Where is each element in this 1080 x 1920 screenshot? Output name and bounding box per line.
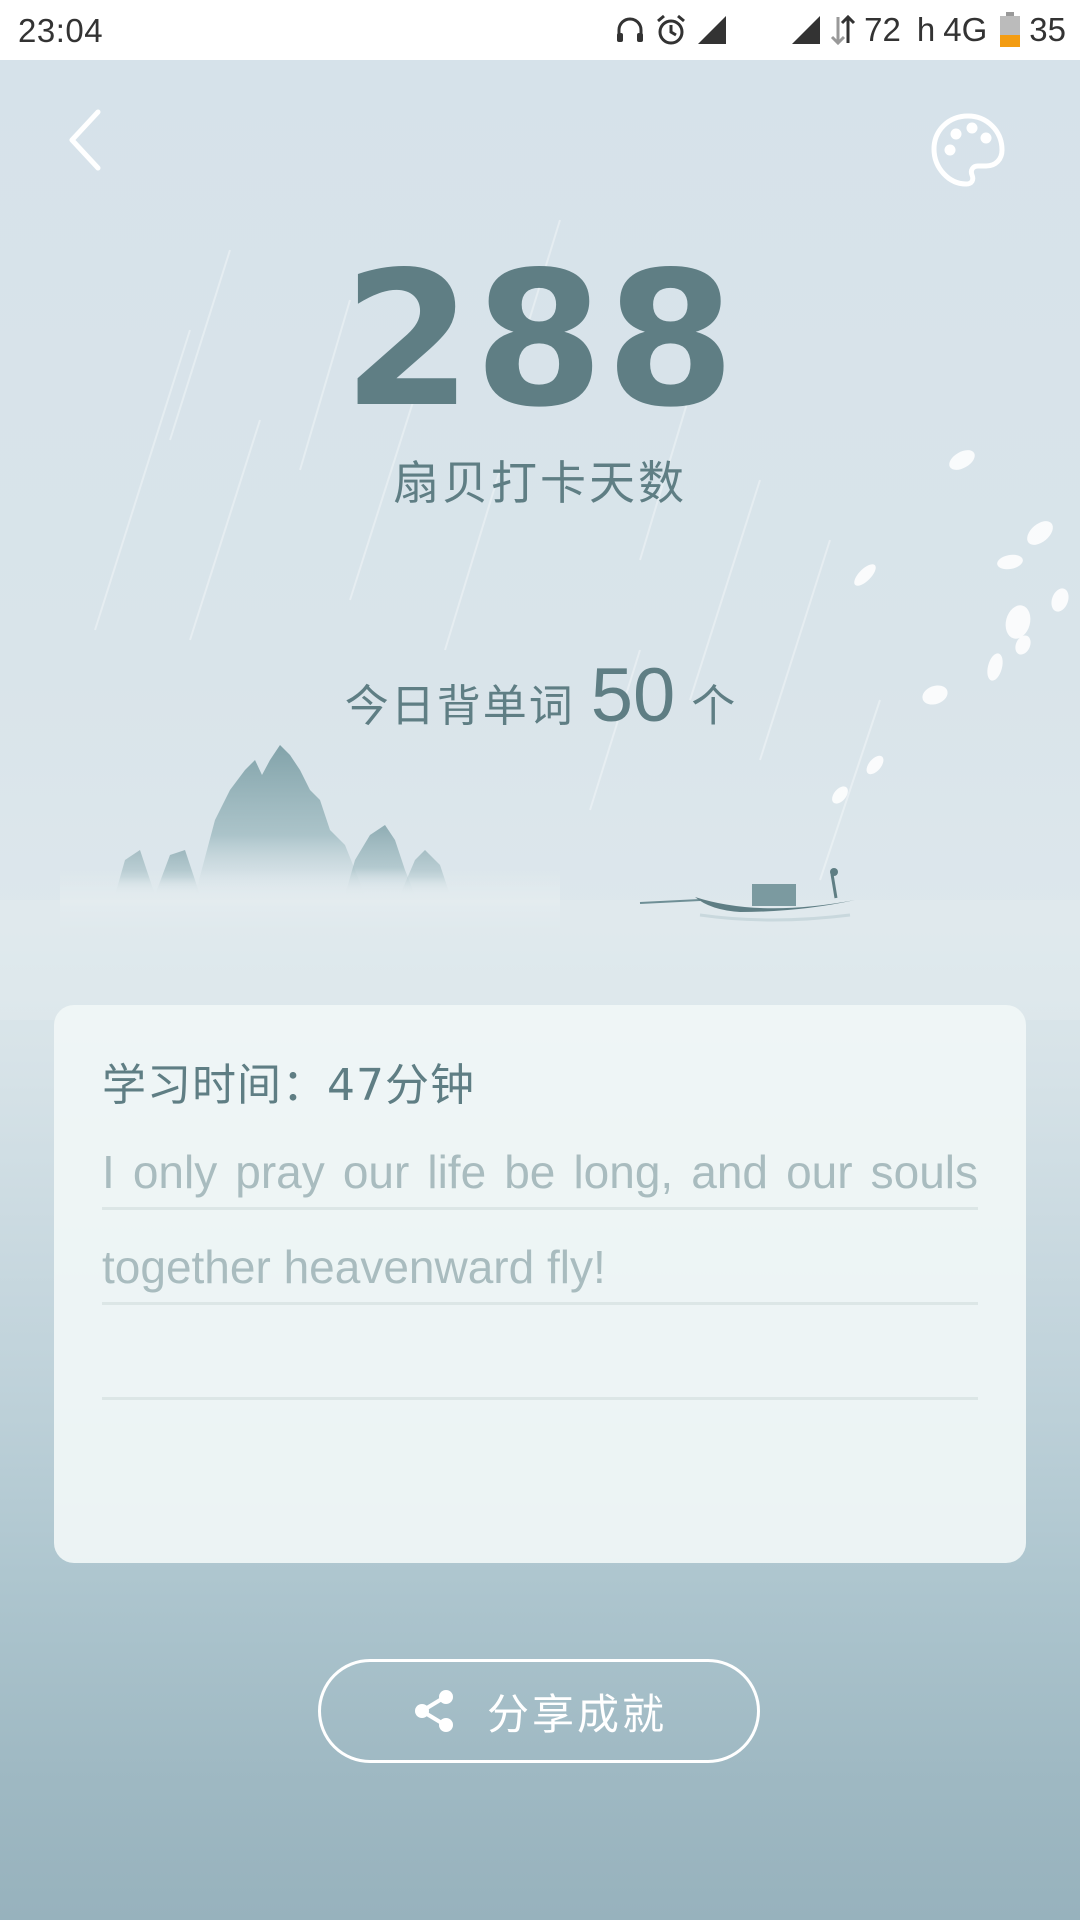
battery-level: 35 (1029, 11, 1066, 48)
hd-indicator: h (916, 11, 936, 48)
headset-icon (614, 14, 646, 46)
battery-icon (999, 12, 1021, 48)
quote-text: I only pray our life be long, and our so… (102, 1146, 978, 1293)
signal-icon (790, 14, 822, 46)
theme-button[interactable] (928, 110, 1008, 190)
today-words-row: 今日背单词 50 个 (0, 652, 1080, 739)
ruled-line (102, 1397, 978, 1400)
share-button-label: 分享成就 (486, 1689, 667, 1739)
checkin-screen: 23:04 72 h 4G 35 288 扇贝打卡天数 今日背单词 50 个 学… (0, 0, 1080, 1920)
study-card: 学习时间：47分钟 I only pray our life be long, … (54, 1005, 1026, 1563)
signal-icon (696, 14, 728, 46)
checkin-days-label: 扇贝打卡天数 (393, 456, 687, 510)
network-type: 4G (943, 11, 988, 48)
today-words-prefix: 今日背单词 (344, 681, 575, 732)
chevron-left-icon (69, 109, 101, 171)
data-arrows-icon (830, 13, 856, 47)
share-achievement-button[interactable]: 分享成就 (318, 1659, 760, 1763)
status-bar: 23:04 72 h 4G 35 (0, 0, 1080, 60)
checkin-days-count: 288 (342, 231, 738, 448)
network-speed: 72 (864, 11, 901, 48)
palette-icon (931, 113, 1005, 187)
status-time: 23:04 (18, 12, 104, 49)
back-button[interactable] (54, 105, 114, 175)
status-icons: 72 h 4G 35 (606, 8, 1066, 52)
study-time: 学习时间：47分钟 (102, 1060, 475, 1111)
today-words-suffix: 个 (691, 681, 736, 732)
today-words-count: 50 (590, 653, 676, 738)
share-icon (411, 1688, 457, 1734)
alarm-icon (654, 13, 688, 47)
